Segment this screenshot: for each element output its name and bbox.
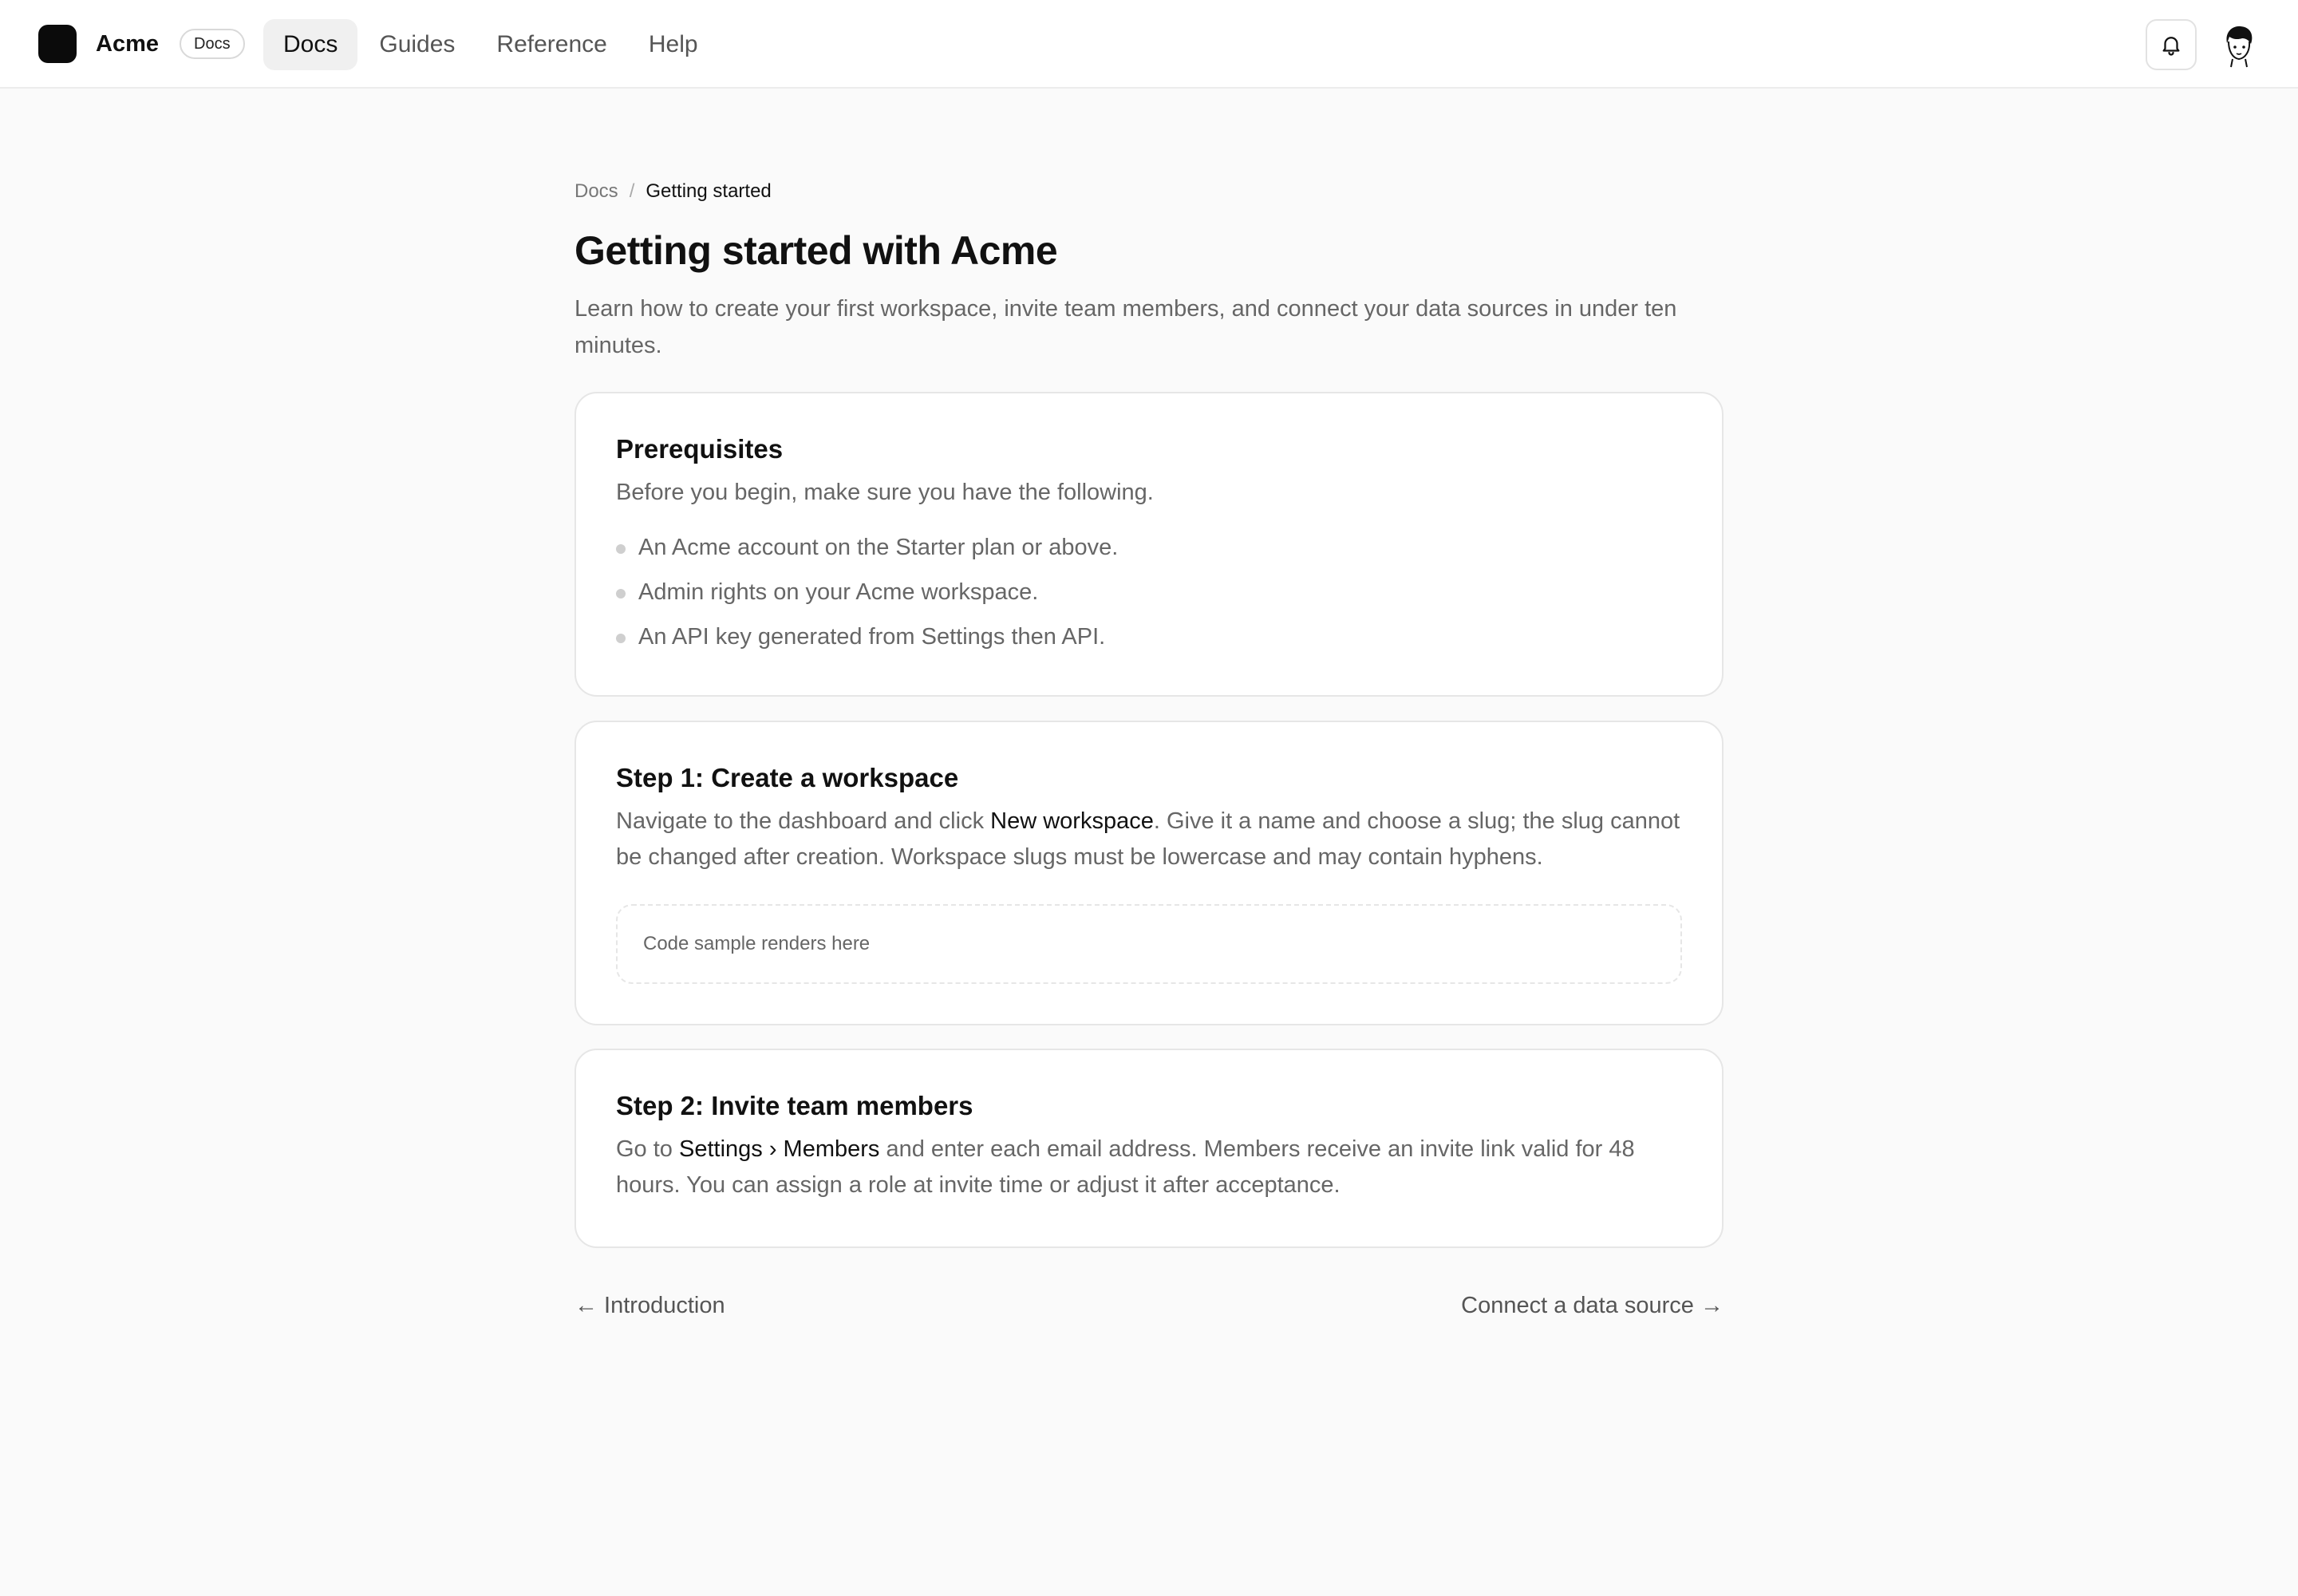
step2-text-before: Go to — [616, 1136, 679, 1162]
acme-logo — [38, 25, 77, 63]
step2-text: Go to Settings › Members and enter each … — [616, 1132, 1682, 1203]
new-workspace-term: New workspace — [990, 808, 1154, 834]
docs-badge: Docs — [180, 29, 245, 59]
top-navigation-bar: Acme Docs Docs Guides Reference Help — [0, 0, 2298, 89]
brand-name: Acme — [96, 30, 159, 57]
page-pagination: ← Introduction Connect a data source → — [574, 1293, 1724, 1328]
nav-item-reference[interactable]: Reference — [476, 19, 626, 70]
user-avatar-icon — [2226, 26, 2253, 68]
page-title: Getting started with Acme — [574, 228, 1058, 273]
avatar[interactable] — [2213, 19, 2264, 70]
step1-text-before: Navigate to the dashboard and click — [616, 808, 991, 834]
list-item: Admin rights on your Acme workspace. — [616, 570, 1682, 614]
prev-page-link[interactable]: ← Introduction — [574, 1293, 725, 1319]
nav-item-docs[interactable]: Docs — [263, 19, 358, 70]
main-content: Docs / Getting started Getting started w… — [574, 176, 1724, 1318]
step1-title: Step 1: Create a workspace — [616, 763, 959, 792]
step1-card: Step 1: Create a workspace Navigate to t… — [574, 721, 1724, 1025]
next-page-link[interactable]: Connect a data source → — [1461, 1293, 1724, 1319]
bell-icon — [2162, 37, 2180, 56]
breadcrumb: Docs / Getting started — [574, 176, 1724, 207]
nav-item-help[interactable]: Help — [629, 19, 718, 70]
code-sample-placeholder: Code sample renders here — [616, 904, 1682, 984]
primary-nav: Docs Guides Reference Help — [263, 19, 720, 70]
notifications-button[interactable] — [2146, 19, 2197, 70]
page-lead: Learn how to create your first workspace… — [574, 296, 1677, 358]
prerequisites-card: Prerequisites Before you begin, make sur… — [574, 392, 1724, 697]
brand[interactable]: Acme Docs — [38, 25, 245, 63]
settings-members-term: Settings › Members — [679, 1136, 880, 1162]
prerequisites-intro: Before you begin, make sure you have the… — [616, 480, 1154, 505]
prerequisites-title: Prerequisites — [616, 434, 784, 464]
list-item: An Acme account on the Starter plan or a… — [616, 525, 1682, 570]
nav-item-guides[interactable]: Guides — [359, 19, 475, 70]
step1-text: Navigate to the dashboard and click New … — [616, 804, 1682, 875]
breadcrumb-separator: / — [629, 180, 635, 202]
prerequisites-list: An Acme account on the Starter plan or a… — [616, 525, 1682, 659]
step2-card: Step 2: Invite team members Go to Settin… — [574, 1049, 1724, 1248]
breadcrumb-docs[interactable]: Docs — [574, 180, 618, 203]
step2-title: Step 2: Invite team members — [616, 1091, 973, 1120]
list-item: An API key generated from Settings then … — [616, 614, 1682, 659]
breadcrumb-current: Getting started — [646, 180, 772, 202]
